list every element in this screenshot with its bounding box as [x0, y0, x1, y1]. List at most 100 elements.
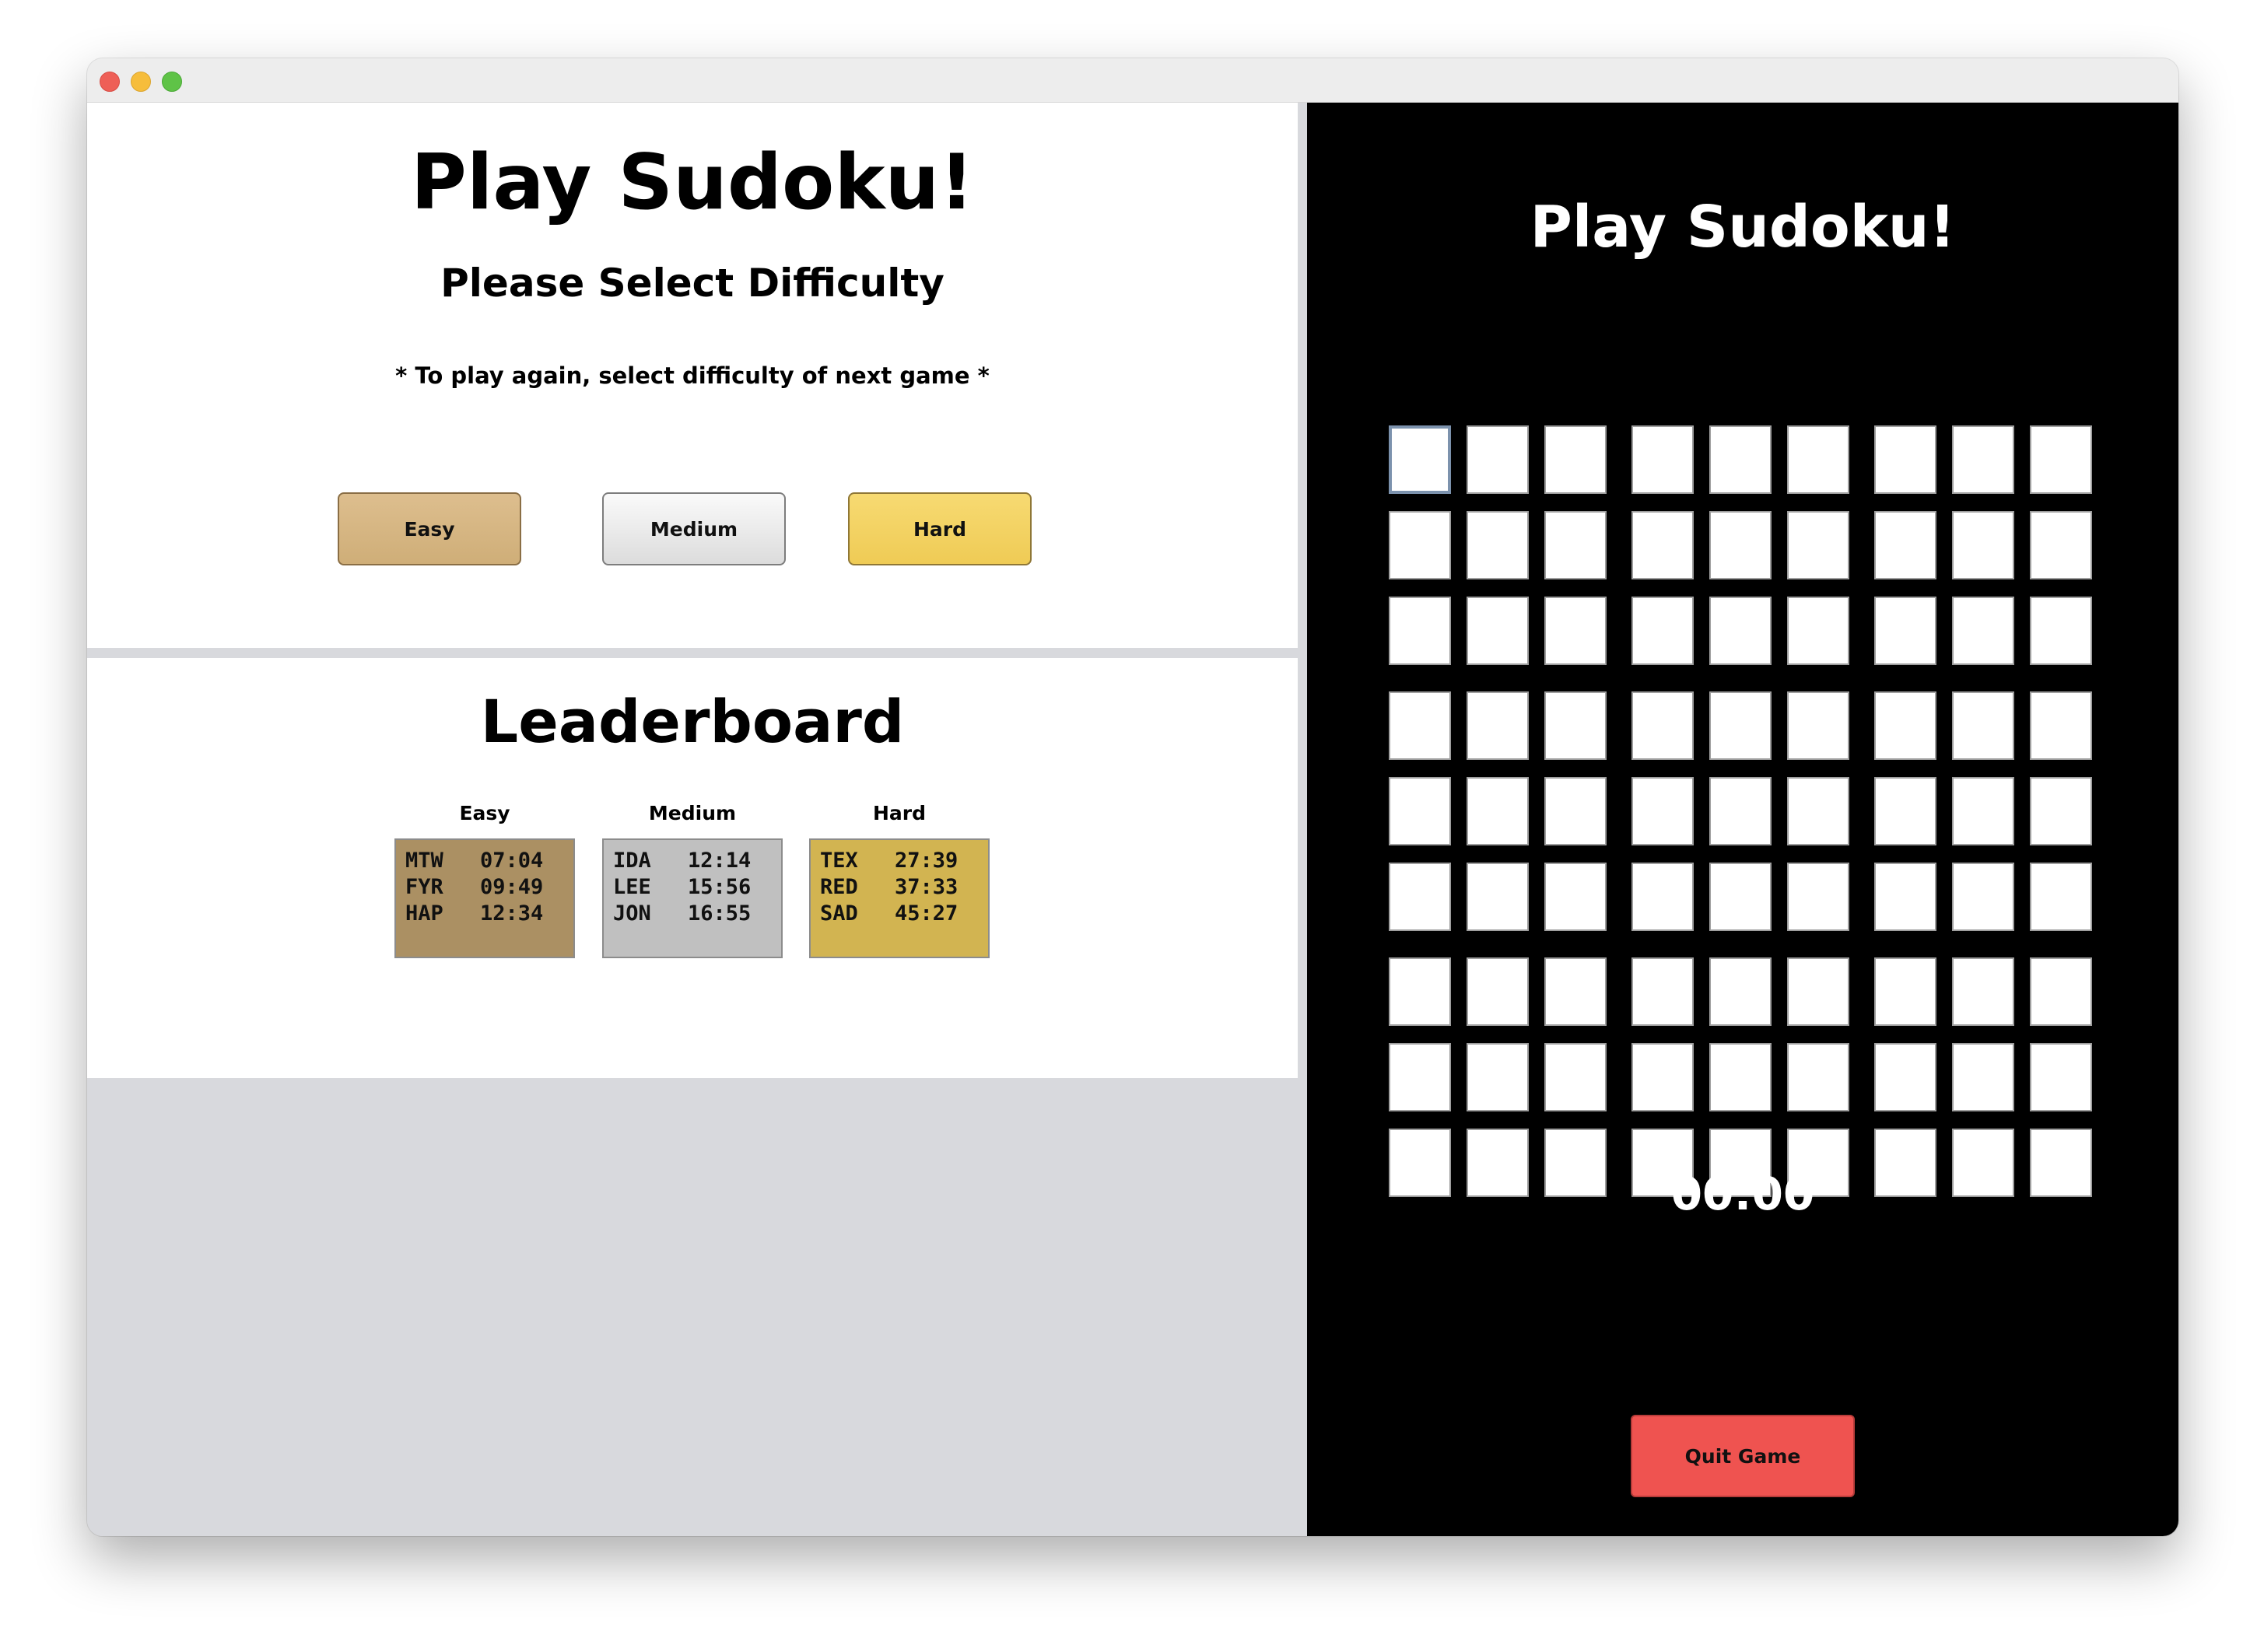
sudoku-cell-r2-c8[interactable]: [1952, 511, 2014, 579]
sudoku-cell-r7-c8[interactable]: [1952, 957, 2014, 1026]
sudoku-cell-r8-c1[interactable]: [1389, 1043, 1451, 1111]
sudoku-cell-r8-c9[interactable]: [2030, 1043, 2092, 1111]
sudoku-cell-r1-c6[interactable]: [1787, 425, 1849, 494]
leaderboard-row: FYR 09:49: [405, 874, 573, 901]
sudoku-cell-r2-c2[interactable]: [1467, 511, 1529, 579]
sudoku-cell-r6-c4[interactable]: [1631, 863, 1694, 931]
player-time: 37:33: [895, 875, 959, 899]
sudoku-cell-r2-c6[interactable]: [1787, 511, 1849, 579]
sudoku-cell-r7-c3[interactable]: [1544, 957, 1607, 1026]
sudoku-cell-r6-c5[interactable]: [1709, 863, 1772, 931]
sudoku-cell-r4-c9[interactable]: [2030, 691, 2092, 760]
sudoku-cell-r6-c9[interactable]: [2030, 863, 2092, 931]
sudoku-cell-r4-c4[interactable]: [1631, 691, 1694, 760]
sudoku-cell-r2-c9[interactable]: [2030, 511, 2092, 579]
sudoku-cell-r4-c3[interactable]: [1544, 691, 1607, 760]
sudoku-cell-r2-c4[interactable]: [1631, 511, 1694, 579]
sudoku-cell-r4-c7[interactable]: [1874, 691, 1936, 760]
sudoku-cell-r6-c8[interactable]: [1952, 863, 2014, 931]
sudoku-cell-r7-c7[interactable]: [1874, 957, 1936, 1026]
leaderboard-row: LEE 15:56: [613, 874, 781, 901]
sudoku-cell-r3-c1[interactable]: [1389, 597, 1451, 665]
player-name: IDA: [613, 849, 651, 873]
sudoku-cell-r8-c6[interactable]: [1787, 1043, 1849, 1111]
close-window-icon[interactable]: [100, 72, 120, 92]
leaderboard-hard-table: TEX 27:39 RED 37:33 SAD 45:27: [809, 838, 990, 958]
leaderboard-easy-table: MTW 07:04 FYR 09:49 HAP 12:34: [394, 838, 575, 958]
quit-game-button[interactable]: Quit Game: [1631, 1415, 1855, 1497]
sudoku-cell-r1-c8[interactable]: [1952, 425, 2014, 494]
minimize-window-icon[interactable]: [131, 72, 151, 92]
player-time: 27:39: [895, 849, 959, 873]
game-panel: Play Sudoku! 00:00 Quit Game: [1307, 103, 2178, 1536]
sudoku-cell-r7-c9[interactable]: [2030, 957, 2092, 1026]
difficulty-panel: Play Sudoku! Please Select Difficulty * …: [87, 103, 1298, 648]
sudoku-cell-r1-c5[interactable]: [1709, 425, 1772, 494]
player-time: 12:34: [480, 901, 544, 926]
sudoku-cell-r8-c4[interactable]: [1631, 1043, 1694, 1111]
sudoku-cell-r6-c7[interactable]: [1874, 863, 1936, 931]
sudoku-cell-r5-c2[interactable]: [1467, 777, 1529, 845]
zoom-window-icon[interactable]: [162, 72, 182, 92]
sudoku-cell-r5-c6[interactable]: [1787, 777, 1849, 845]
sudoku-cell-r3-c2[interactable]: [1467, 597, 1529, 665]
medium-button[interactable]: Medium: [602, 492, 786, 565]
leaderboard-easy-heading: Easy: [459, 802, 510, 824]
sudoku-cell-r5-c8[interactable]: [1952, 777, 2014, 845]
player-name: JON: [613, 901, 651, 926]
player-time: 07:04: [480, 849, 544, 873]
sudoku-cell-r6-c1[interactable]: [1389, 863, 1451, 931]
sudoku-cell-r8-c2[interactable]: [1467, 1043, 1529, 1111]
sudoku-cell-r4-c5[interactable]: [1709, 691, 1772, 760]
sudoku-cell-r5-c1[interactable]: [1389, 777, 1451, 845]
sudoku-cell-r5-c9[interactable]: [2030, 777, 2092, 845]
hard-button[interactable]: Hard: [848, 492, 1032, 565]
sudoku-cell-r2-c7[interactable]: [1874, 511, 1936, 579]
sudoku-cell-r4-c6[interactable]: [1787, 691, 1849, 760]
sudoku-cell-r3-c3[interactable]: [1544, 597, 1607, 665]
leaderboard-row: JON 16:55: [613, 901, 781, 927]
sudoku-cell-r7-c5[interactable]: [1709, 957, 1772, 1026]
sudoku-cell-r3-c8[interactable]: [1952, 597, 2014, 665]
sudoku-cell-r5-c3[interactable]: [1544, 777, 1607, 845]
sudoku-cell-r8-c8[interactable]: [1952, 1043, 2014, 1111]
sudoku-cell-r1-c9[interactable]: [2030, 425, 2092, 494]
game-timer: 00:00: [1670, 1167, 1815, 1220]
player-time: 12:14: [688, 849, 752, 873]
sudoku-cell-r7-c6[interactable]: [1787, 957, 1849, 1026]
sudoku-cell-r6-c6[interactable]: [1787, 863, 1849, 931]
easy-button[interactable]: Easy: [338, 492, 521, 565]
sudoku-cell-r8-c3[interactable]: [1544, 1043, 1607, 1111]
sudoku-cell-r5-c5[interactable]: [1709, 777, 1772, 845]
sudoku-cell-r2-c5[interactable]: [1709, 511, 1772, 579]
sudoku-cell-r8-c7[interactable]: [1874, 1043, 1936, 1111]
replay-note: * To play again, select difficulty of ne…: [395, 362, 990, 389]
sudoku-cell-r3-c6[interactable]: [1787, 597, 1849, 665]
sudoku-cell-r4-c1[interactable]: [1389, 691, 1451, 760]
sudoku-cell-r4-c8[interactable]: [1952, 691, 2014, 760]
sudoku-cell-r4-c2[interactable]: [1467, 691, 1529, 760]
player-time: 16:55: [688, 901, 752, 926]
app-window: Play Sudoku! Please Select Difficulty * …: [87, 58, 2178, 1536]
sudoku-cell-r5-c4[interactable]: [1631, 777, 1694, 845]
sudoku-cell-r3-c4[interactable]: [1631, 597, 1694, 665]
menu-title: Play Sudoku!: [411, 138, 974, 227]
sudoku-cell-r2-c1[interactable]: [1389, 511, 1451, 579]
sudoku-cell-r7-c4[interactable]: [1631, 957, 1694, 1026]
sudoku-cell-r1-c1[interactable]: [1389, 425, 1451, 494]
sudoku-cell-r3-c5[interactable]: [1709, 597, 1772, 665]
player-name: TEX: [820, 849, 858, 873]
sudoku-cell-r3-c7[interactable]: [1874, 597, 1936, 665]
sudoku-cell-r6-c2[interactable]: [1467, 863, 1529, 931]
sudoku-cell-r1-c7[interactable]: [1874, 425, 1936, 494]
sudoku-cell-r5-c7[interactable]: [1874, 777, 1936, 845]
sudoku-cell-r7-c1[interactable]: [1389, 957, 1451, 1026]
sudoku-cell-r2-c3[interactable]: [1544, 511, 1607, 579]
sudoku-cell-r7-c2[interactable]: [1467, 957, 1529, 1026]
sudoku-cell-r1-c4[interactable]: [1631, 425, 1694, 494]
sudoku-cell-r1-c2[interactable]: [1467, 425, 1529, 494]
sudoku-cell-r3-c9[interactable]: [2030, 597, 2092, 665]
sudoku-cell-r8-c5[interactable]: [1709, 1043, 1772, 1111]
sudoku-cell-r6-c3[interactable]: [1544, 863, 1607, 931]
sudoku-cell-r1-c3[interactable]: [1544, 425, 1607, 494]
